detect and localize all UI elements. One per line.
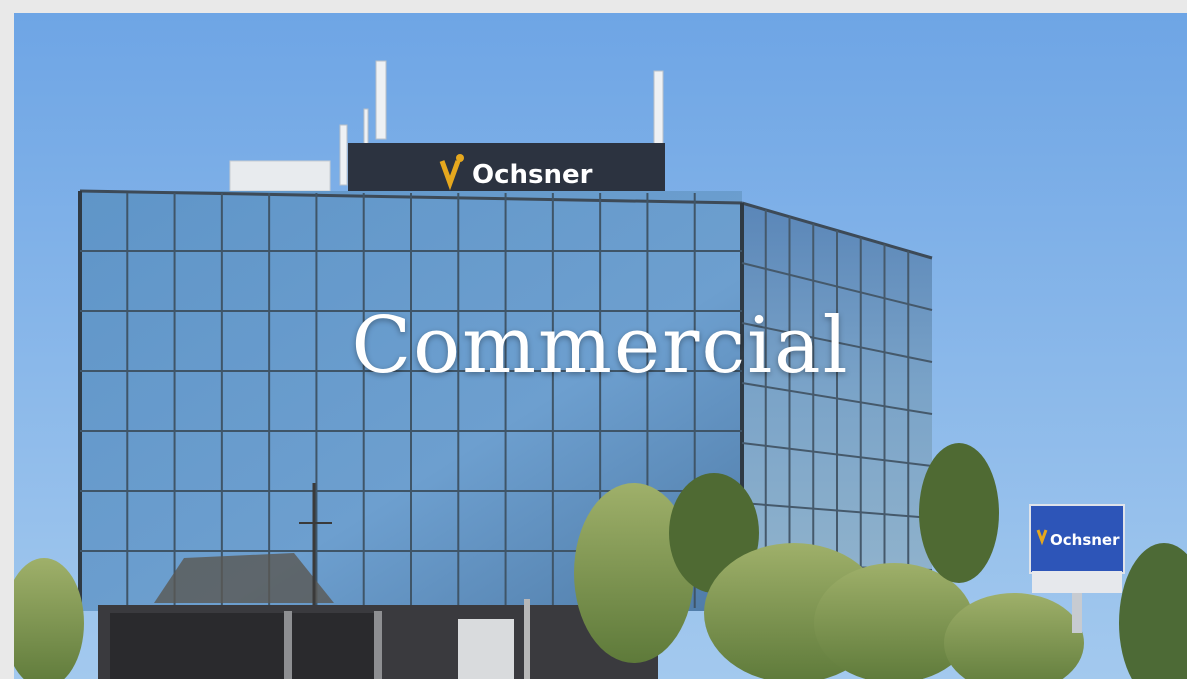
rooftop-sign-text: Ochsner [472, 160, 593, 190]
building-photo: Ochsner Ochsner [14, 13, 1187, 679]
street-sign-text: Ochsner [1050, 531, 1120, 549]
category-tile-commercial[interactable]: Ochsner Ochsner Commercial [14, 13, 1187, 679]
rooftop-unit [229, 160, 331, 192]
